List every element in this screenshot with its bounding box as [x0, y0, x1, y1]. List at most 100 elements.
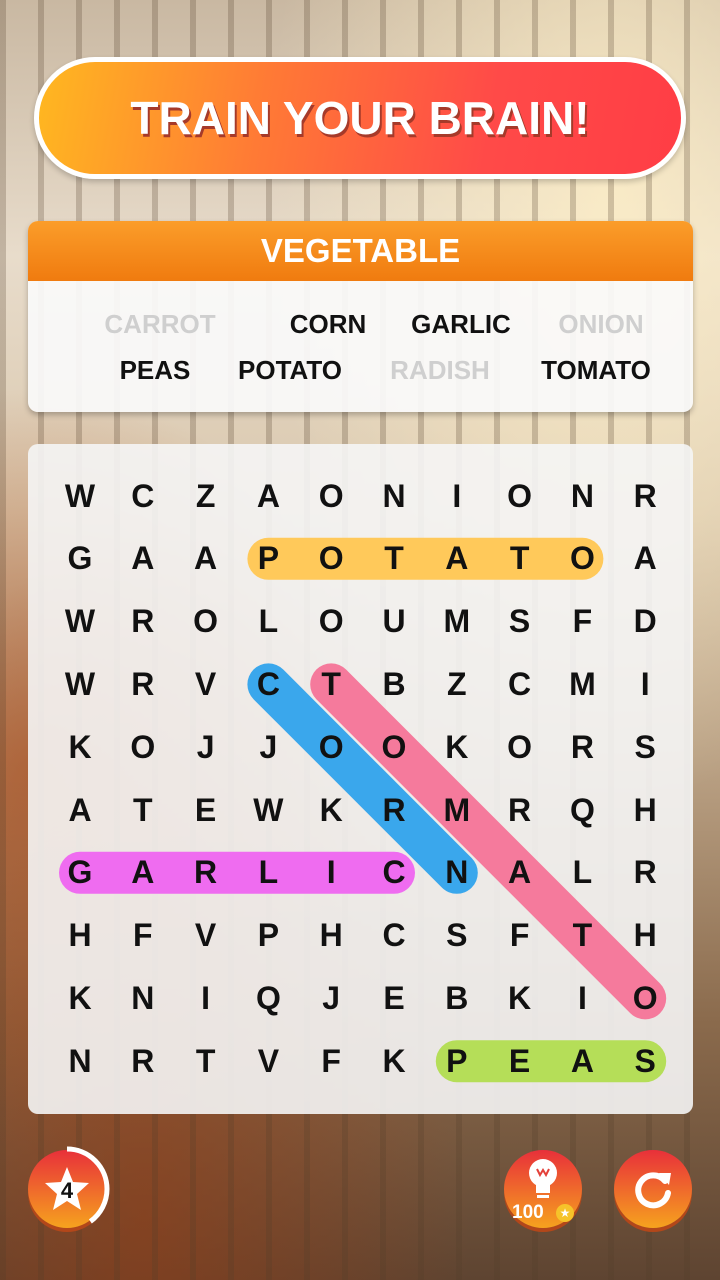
letter-cell[interactable]: G: [55, 848, 105, 898]
letter-cell[interactable]: W: [55, 597, 105, 647]
letter-cell[interactable]: A: [55, 785, 105, 835]
letter-cell[interactable]: O: [620, 973, 670, 1023]
letter-cell[interactable]: O: [306, 471, 356, 521]
letter-cell[interactable]: L: [243, 597, 293, 647]
letter-cell[interactable]: Q: [557, 785, 607, 835]
letter-cell[interactable]: F: [118, 911, 168, 961]
letter-cell[interactable]: T: [306, 659, 356, 709]
letter-cell[interactable]: R: [620, 471, 670, 521]
letter-cell[interactable]: A: [557, 1036, 607, 1086]
letter-cell[interactable]: L: [243, 848, 293, 898]
letter-grid[interactable]: WCZAONIONRGAAPOTATOAWROLOUMSFDWRVCTBZCMI…: [28, 444, 693, 1114]
letter-cell[interactable]: P: [243, 534, 293, 584]
letter-cell[interactable]: Z: [432, 659, 482, 709]
letter-cell[interactable]: I: [306, 848, 356, 898]
letter-cell[interactable]: D: [620, 597, 670, 647]
letter-cell[interactable]: Z: [181, 471, 231, 521]
letter-cell[interactable]: O: [306, 722, 356, 772]
letter-cell[interactable]: C: [369, 848, 419, 898]
letter-cell[interactable]: K: [495, 973, 545, 1023]
letter-cell[interactable]: K: [55, 973, 105, 1023]
hint-button[interactable]: 100 ★: [504, 1150, 582, 1228]
restart-button[interactable]: [614, 1150, 692, 1228]
letter-cell[interactable]: I: [432, 471, 482, 521]
letter-cell[interactable]: H: [620, 911, 670, 961]
letter-cell[interactable]: J: [181, 722, 231, 772]
letter-cell[interactable]: C: [495, 659, 545, 709]
letter-cell[interactable]: A: [432, 534, 482, 584]
letter-cell[interactable]: J: [243, 722, 293, 772]
letter-cell[interactable]: A: [118, 534, 168, 584]
letter-cell[interactable]: O: [306, 597, 356, 647]
letter-cell[interactable]: F: [306, 1036, 356, 1086]
letter-cell[interactable]: K: [306, 785, 356, 835]
letter-cell[interactable]: H: [55, 911, 105, 961]
level-button[interactable]: 4: [24, 1146, 110, 1232]
letter-cell[interactable]: P: [432, 1036, 482, 1086]
letter-cell[interactable]: U: [369, 597, 419, 647]
letter-cell[interactable]: I: [181, 973, 231, 1023]
letter-cell[interactable]: T: [557, 911, 607, 961]
letter-cell[interactable]: H: [306, 911, 356, 961]
letter-cell[interactable]: E: [369, 973, 419, 1023]
letter-cell[interactable]: N: [557, 471, 607, 521]
letter-cell[interactable]: J: [306, 973, 356, 1023]
letter-cell[interactable]: M: [557, 659, 607, 709]
letter-cell[interactable]: A: [495, 848, 545, 898]
letter-cell[interactable]: O: [495, 471, 545, 521]
letter-cell[interactable]: O: [306, 534, 356, 584]
letter-cell[interactable]: C: [369, 911, 419, 961]
letter-cell[interactable]: A: [243, 471, 293, 521]
letter-cell[interactable]: M: [432, 597, 482, 647]
letter-cell[interactable]: V: [181, 659, 231, 709]
letter-cell[interactable]: N: [55, 1036, 105, 1086]
letter-cell[interactable]: T: [495, 534, 545, 584]
letter-cell[interactable]: R: [118, 1036, 168, 1086]
letter-cell[interactable]: T: [369, 534, 419, 584]
letter-cell[interactable]: G: [55, 534, 105, 584]
letter-cell[interactable]: S: [620, 722, 670, 772]
letter-cell[interactable]: O: [557, 534, 607, 584]
letter-cell[interactable]: N: [432, 848, 482, 898]
letter-cell[interactable]: S: [620, 1036, 670, 1086]
letter-cell[interactable]: Q: [243, 973, 293, 1023]
letter-cell[interactable]: B: [432, 973, 482, 1023]
letter-cell[interactable]: R: [181, 848, 231, 898]
letter-cell[interactable]: A: [118, 848, 168, 898]
letter-cell[interactable]: T: [118, 785, 168, 835]
letter-cell[interactable]: I: [557, 973, 607, 1023]
letter-cell[interactable]: M: [432, 785, 482, 835]
letter-cell[interactable]: C: [118, 471, 168, 521]
letter-cell[interactable]: R: [118, 659, 168, 709]
letter-cell[interactable]: P: [243, 911, 293, 961]
letter-cell[interactable]: B: [369, 659, 419, 709]
letter-cell[interactable]: E: [181, 785, 231, 835]
letter-cell[interactable]: A: [181, 534, 231, 584]
letter-cell[interactable]: O: [369, 722, 419, 772]
letter-cell[interactable]: K: [55, 722, 105, 772]
letter-cell[interactable]: K: [369, 1036, 419, 1086]
letter-cell[interactable]: V: [181, 911, 231, 961]
letter-cell[interactable]: S: [495, 597, 545, 647]
letter-cell[interactable]: O: [495, 722, 545, 772]
letter-cell[interactable]: R: [557, 722, 607, 772]
letter-cell[interactable]: T: [181, 1036, 231, 1086]
letter-cell[interactable]: O: [181, 597, 231, 647]
letter-cell[interactable]: W: [55, 471, 105, 521]
letter-cell[interactable]: S: [432, 911, 482, 961]
letter-cell[interactable]: R: [495, 785, 545, 835]
letter-cell[interactable]: O: [118, 722, 168, 772]
letter-cell[interactable]: K: [432, 722, 482, 772]
letter-cell[interactable]: R: [620, 848, 670, 898]
letter-cell[interactable]: C: [243, 659, 293, 709]
letter-cell[interactable]: W: [243, 785, 293, 835]
letter-cell[interactable]: F: [557, 597, 607, 647]
letter-cell[interactable]: W: [55, 659, 105, 709]
letter-cell[interactable]: L: [557, 848, 607, 898]
letter-cell[interactable]: F: [495, 911, 545, 961]
letter-cell[interactable]: V: [243, 1036, 293, 1086]
letter-cell[interactable]: N: [118, 973, 168, 1023]
letter-cell[interactable]: E: [495, 1036, 545, 1086]
letter-cell[interactable]: R: [369, 785, 419, 835]
letter-cell[interactable]: I: [620, 659, 670, 709]
